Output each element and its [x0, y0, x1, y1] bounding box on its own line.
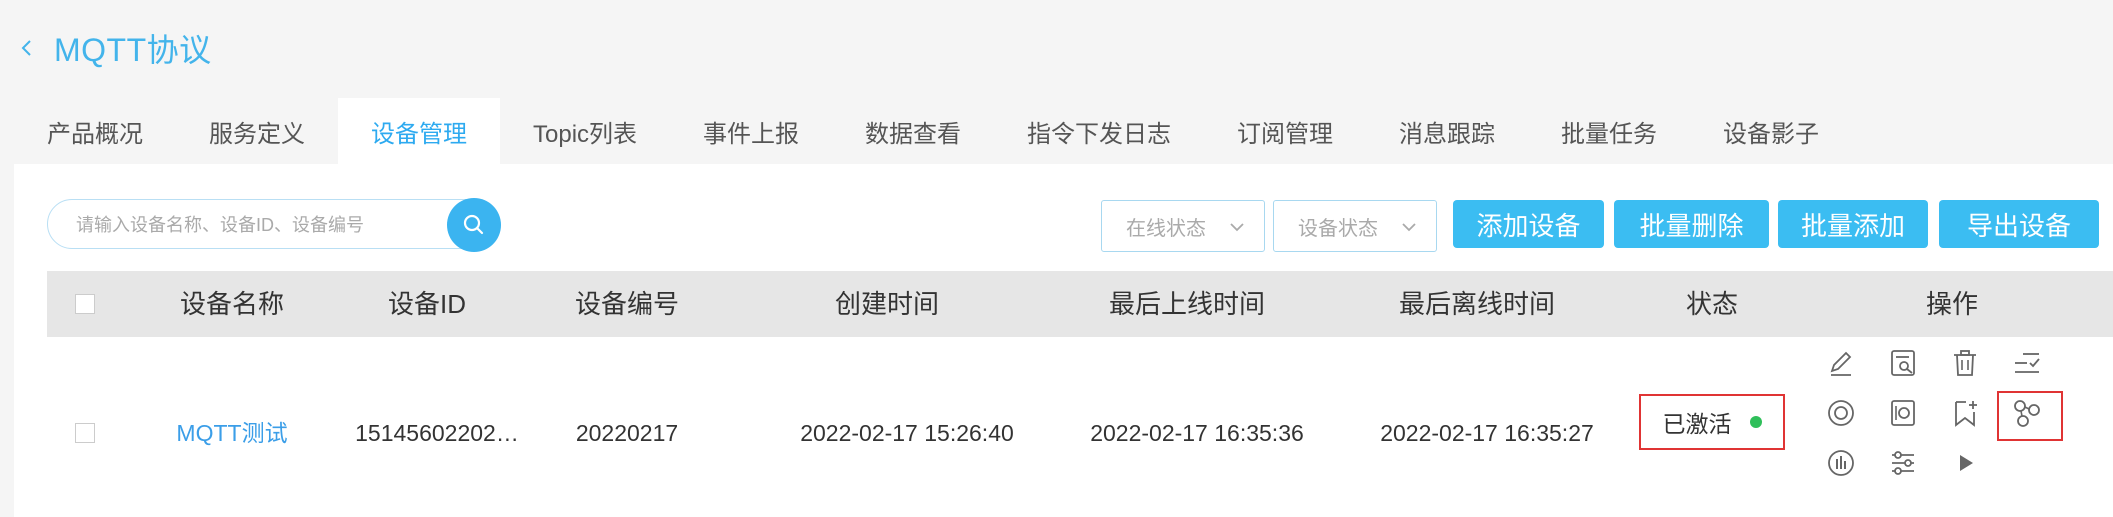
row-checkbox[interactable]	[75, 423, 95, 443]
status-text: 已激活	[1662, 411, 1732, 437]
page-header: MQTT协议	[0, 0, 2113, 95]
search-button[interactable]	[447, 198, 501, 252]
tab-bar: 产品概况 服务定义 设备管理 Topic列表 事件上报 数据查看 指令下发日志 …	[14, 98, 2113, 164]
online-status-label: 在线状态	[1126, 217, 1206, 240]
delete-icon[interactable]	[1947, 345, 1983, 381]
tab-service-definition[interactable]: 服务定义	[176, 98, 338, 164]
col-device-name: 设备名称	[179, 289, 284, 319]
col-created-time: 创建时间	[834, 289, 939, 319]
chart-icon[interactable]	[1823, 445, 1859, 481]
table-row: MQTT测试 15145602202… 20220217 2022-02-17 …	[47, 337, 2113, 517]
device-name-link[interactable]: MQTT测试	[157, 413, 307, 453]
search-box	[47, 198, 501, 252]
page-title: MQTT协议	[54, 31, 212, 68]
tab-subscription[interactable]: 订阅管理	[1204, 98, 1366, 164]
online-status-select[interactable]: 在线状态	[1101, 200, 1265, 252]
detail-search-icon[interactable]	[1885, 345, 1921, 381]
tab-message-trace[interactable]: 消息跟踪	[1366, 98, 1528, 164]
search-icon	[463, 214, 484, 235]
play-icon[interactable]	[1947, 445, 1983, 481]
tab-command-log[interactable]: 指令下发日志	[994, 98, 1204, 164]
chevron-down-icon	[1402, 223, 1416, 232]
select-all-checkbox[interactable]	[75, 294, 95, 314]
status-dot	[1749, 416, 1762, 428]
back-arrow-icon[interactable]	[18, 39, 36, 57]
col-device-id: 设备ID	[387, 289, 466, 319]
tab-device-management[interactable]: 设备管理	[338, 98, 500, 164]
col-device-number: 设备编号	[574, 289, 679, 319]
device-panel: 在线状态 设备状态 添加设备 批量删除 批量添加 导出设备 设备名称 设备ID …	[14, 164, 2113, 517]
bookmark-add-icon[interactable]	[1947, 395, 1983, 431]
batch-delete-button[interactable]: 批量删除	[1614, 200, 1769, 248]
last-online-cell: 2022-02-17 16:35:36	[1090, 420, 1304, 446]
tab-batch-task[interactable]: 批量任务	[1528, 98, 1690, 164]
device-status-label: 设备状态	[1298, 217, 1378, 240]
chevron-down-icon	[1230, 223, 1244, 232]
col-status: 状态	[1685, 289, 1738, 319]
tab-product-overview[interactable]: 产品概况	[14, 98, 176, 164]
device-number-cell: 20220217	[575, 420, 679, 446]
col-actions: 操作	[1925, 289, 1978, 319]
last-offline-cell: 2022-02-17 16:35:27	[1380, 420, 1594, 446]
status-badge: 已激活	[1639, 394, 1785, 450]
settings-sliders-icon[interactable]	[1885, 445, 1921, 481]
tab-data-view[interactable]: 数据查看	[832, 98, 994, 164]
tab-event-report[interactable]: 事件上报	[670, 98, 832, 164]
created-time-cell: 2022-02-17 15:26:40	[800, 420, 1014, 446]
target-icon[interactable]	[1823, 395, 1859, 431]
tab-device-shadow[interactable]: 设备影子	[1690, 98, 1852, 164]
device-status-select[interactable]: 设备状态	[1273, 200, 1437, 252]
safe-icon[interactable]	[1885, 395, 1921, 431]
search-input[interactable]	[74, 200, 418, 250]
device-id-cell: 15145602202…	[355, 420, 519, 446]
batch-add-button[interactable]: 批量添加	[1778, 200, 1928, 248]
col-last-online: 最后上线时间	[1108, 289, 1265, 319]
export-device-button[interactable]: 导出设备	[1939, 200, 2099, 248]
edit-icon[interactable]	[1823, 345, 1859, 381]
col-last-offline: 最后离线时间	[1398, 289, 1555, 319]
tab-topic-list[interactable]: Topic列表	[500, 98, 670, 164]
topology-highlight-box	[1997, 391, 2063, 441]
add-device-button[interactable]: 添加设备	[1453, 200, 1604, 248]
table-header: 设备名称 设备ID 设备编号 创建时间 最后上线时间 最后离线时间 状态 操作	[47, 271, 2113, 337]
task-list-icon[interactable]	[2009, 345, 2045, 381]
